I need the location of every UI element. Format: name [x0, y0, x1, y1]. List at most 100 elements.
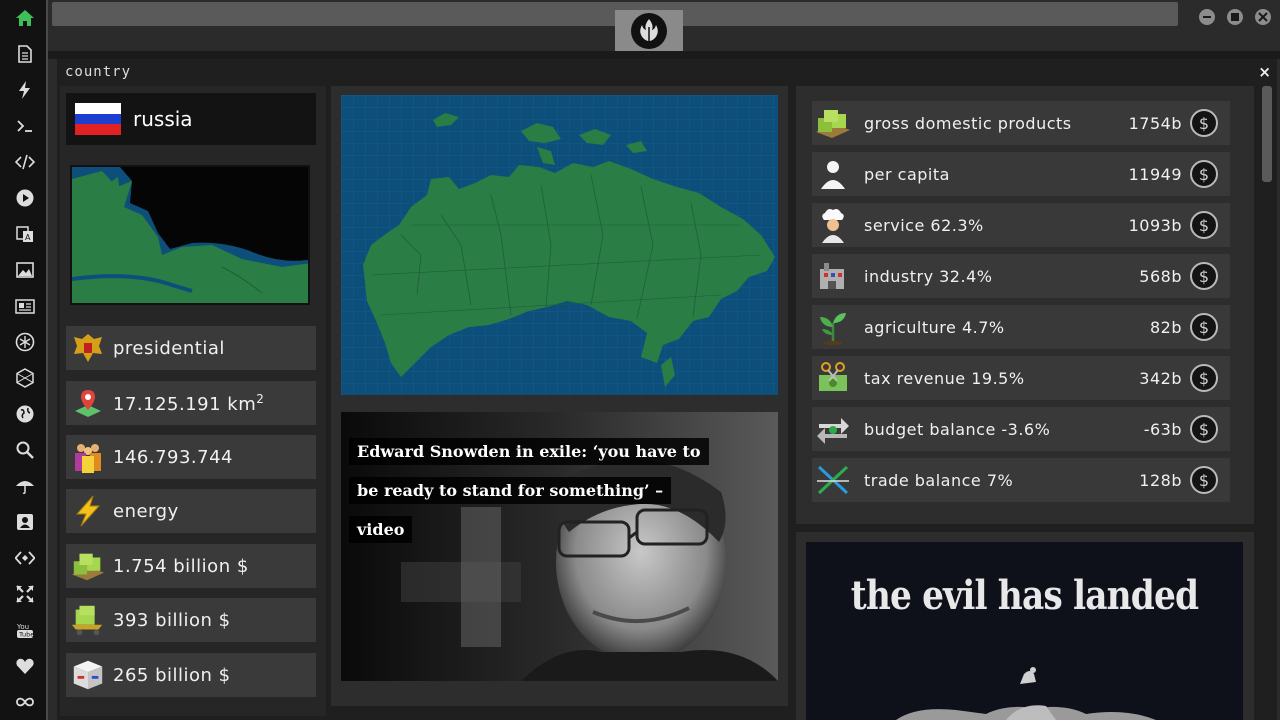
area-value: 17.125.191 km2 — [113, 392, 264, 415]
economy-label: budget balance -3.6% — [864, 419, 1051, 439]
promo-banner[interactable]: the evil has landed — [806, 542, 1243, 720]
shipping-box-icon — [70, 657, 106, 693]
svg-text:A: A — [25, 233, 31, 242]
energy-row[interactable]: energy — [66, 489, 316, 533]
economy-value: 128b — [1139, 470, 1182, 490]
population-value: 146.793.744 — [113, 446, 234, 468]
news-article-card[interactable]: Edward Snowden in exile: ‘you have to be… — [341, 412, 778, 681]
heart-icon[interactable] — [14, 655, 36, 677]
economy-value: 82b — [1149, 317, 1182, 337]
factory-icon — [814, 257, 852, 295]
exports-row[interactable]: 393 billion $ — [66, 598, 316, 642]
gdp-row[interactable]: 1.754 billion $ — [66, 544, 316, 588]
globe-icon[interactable] — [14, 403, 36, 425]
person-icon — [814, 155, 852, 193]
region-minimap[interactable] — [70, 165, 310, 305]
window-title: country — [65, 64, 132, 80]
money-stack-icon — [70, 548, 106, 584]
economy-row-trade[interactable]: trade balance 7% 128b $ — [812, 458, 1230, 502]
maximize-button[interactable] — [1227, 9, 1243, 25]
maximize-icon — [1231, 13, 1239, 21]
dollar-coin-icon[interactable]: $ — [1190, 262, 1218, 290]
energy-text: energy — [113, 500, 179, 522]
russia-flag-icon — [75, 103, 121, 136]
document-icon[interactable] — [14, 43, 36, 65]
population-row[interactable]: 146.793.744 — [66, 435, 316, 479]
terminal-icon[interactable] — [14, 115, 36, 137]
country-map[interactable] — [341, 95, 778, 395]
dollar-coin-icon[interactable]: $ — [1190, 160, 1218, 188]
map-pin-icon — [70, 385, 106, 421]
exchange-arrows-icon — [814, 410, 852, 448]
government-type-text: presidential — [113, 337, 225, 359]
economy-value: -63b — [1143, 419, 1182, 439]
home-icon[interactable] — [14, 7, 36, 29]
economy-value: 342b — [1139, 368, 1182, 388]
dollar-coin-icon[interactable]: $ — [1190, 364, 1218, 392]
lightning-icon — [70, 493, 106, 529]
money-stack-icon — [814, 104, 852, 142]
economy-row-gdp[interactable]: gross domestic products 1754b $ — [812, 101, 1230, 145]
economy-row-tax[interactable]: tax revenue 19.5% 342b $ — [812, 356, 1230, 400]
population-icon — [70, 439, 106, 475]
newspaper-icon[interactable] — [14, 295, 36, 317]
lightning-icon[interactable] — [14, 79, 36, 101]
rebel-emblem-icon — [631, 12, 667, 49]
gdp-value: 1.754 billion $ — [113, 555, 249, 577]
economy-row-per-capita[interactable]: per capita 11949 $ — [812, 152, 1230, 196]
scrollbar[interactable] — [1262, 86, 1272, 182]
economy-label: trade balance 7% — [864, 470, 1014, 490]
dollar-coin-icon[interactable]: $ — [1190, 109, 1218, 137]
hexagon-icon[interactable] — [14, 367, 36, 389]
diamond-link-icon[interactable] — [14, 547, 36, 569]
area-text: 17.125.191 km — [113, 393, 257, 415]
infinity-icon[interactable] — [14, 691, 36, 713]
area-row[interactable]: 17.125.191 km2 — [66, 381, 316, 425]
svg-text:Tube: Tube — [18, 631, 34, 639]
expand-arrows-icon[interactable] — [14, 583, 36, 605]
play-icon[interactable] — [14, 187, 36, 209]
economy-label: gross domestic products — [864, 113, 1072, 133]
plant-sprout-icon — [814, 308, 852, 346]
economy-row-budget[interactable]: budget balance -3.6% -63b $ — [812, 407, 1230, 451]
economy-value: 1093b — [1128, 215, 1182, 235]
dollar-coin-icon[interactable]: $ — [1190, 313, 1218, 341]
government-type-row[interactable]: presidential — [66, 326, 316, 370]
app-emblem[interactable] — [615, 10, 683, 51]
youtube-icon[interactable]: You Tube — [14, 619, 36, 641]
minimize-button[interactable] — [1199, 9, 1215, 25]
dollar-coin-icon[interactable]: $ — [1190, 466, 1218, 494]
economy-value: 1754b — [1128, 113, 1182, 133]
contact-card-icon[interactable] — [14, 511, 36, 533]
search-icon[interactable] — [14, 439, 36, 461]
news-headline[interactable]: Edward Snowden in exile: ‘you have to be… — [349, 432, 709, 549]
image-icon[interactable] — [14, 259, 36, 281]
dollar-coin-icon[interactable]: $ — [1190, 415, 1218, 443]
cash-scissors-icon — [814, 359, 852, 397]
economy-label: service 62.3% — [864, 215, 984, 235]
trade-cross-icon — [814, 461, 852, 499]
umbrella-icon[interactable] — [14, 475, 36, 497]
coat-of-arms-icon — [70, 330, 106, 366]
economy-label: agriculture 4.7% — [864, 317, 1005, 337]
money-cart-icon — [70, 602, 106, 638]
economy-row-agriculture[interactable]: agriculture 4.7% 82b $ — [812, 305, 1230, 349]
imports-row[interactable]: 265 billion $ — [66, 653, 316, 697]
dollar-coin-icon[interactable]: $ — [1190, 211, 1218, 239]
country-name: russia — [133, 107, 193, 131]
close-window-button[interactable] — [1255, 9, 1271, 25]
code-icon[interactable] — [14, 151, 36, 173]
imports-value: 265 billion $ — [113, 664, 231, 686]
rebel-emblem-icon[interactable] — [14, 331, 36, 353]
translate-icon[interactable]: A — [14, 223, 36, 245]
banner-artwork — [896, 667, 1156, 720]
economy-label: tax revenue 19.5% — [864, 368, 1025, 388]
news-headline-text: Edward Snowden in exile: ‘you have to be… — [349, 438, 709, 543]
economy-label: per capita — [864, 164, 950, 184]
window-close-button[interactable]: × — [1258, 63, 1271, 81]
economy-row-service[interactable]: service 62.3% 1093b $ — [812, 203, 1230, 247]
exports-value: 393 billion $ — [113, 609, 231, 631]
economy-row-industry[interactable]: industry 32.4% 568b $ — [812, 254, 1230, 298]
economy-value: 11949 — [1128, 164, 1182, 184]
close-icon — [1258, 12, 1268, 22]
